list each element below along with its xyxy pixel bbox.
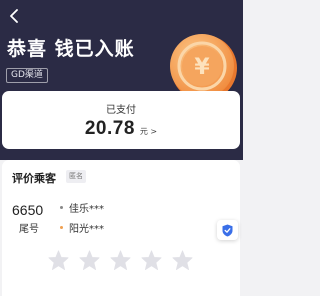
star-rating[interactable] (48, 250, 193, 270)
back-button[interactable] (6, 6, 22, 26)
shield-icon (222, 224, 233, 236)
amount-row[interactable]: 20.78 元 > (2, 118, 240, 140)
star-icon[interactable] (141, 250, 162, 270)
back-arrow-icon (10, 9, 18, 23)
passenger-name: 阳光*** (69, 224, 104, 235)
passenger-dot (60, 206, 63, 209)
star-icon[interactable] (172, 250, 193, 270)
star-icon[interactable] (48, 250, 69, 270)
payment-status-label: 已支付 (106, 105, 136, 116)
coin-symbol: ¥ (194, 55, 210, 80)
page-title: 恭喜 钱已入账 (7, 38, 135, 60)
passenger-item: 佳乐*** (60, 200, 104, 215)
rate-section-title: 评价乘客 (12, 172, 56, 185)
tail-number-label: 尾号 (19, 224, 39, 235)
passenger-name: 佳乐*** (69, 204, 104, 215)
star-icon[interactable] (110, 250, 131, 270)
anonymous-tag: 匿名 (66, 170, 86, 183)
passenger-dot (60, 226, 63, 229)
rate-passenger-card: 评价乘客 匿名 6650 尾号 佳乐*** 阳光*** (2, 160, 240, 296)
payment-amount: 20.78 (84, 118, 135, 139)
safety-shield-button[interactable] (217, 220, 238, 240)
channel-badge: GD渠道 (6, 68, 48, 83)
tail-number: 6650 (12, 202, 44, 218)
passenger-item: 阳光*** (60, 220, 104, 235)
amount-detail-link[interactable]: 元 > (140, 126, 157, 137)
payment-card: 已支付 20.78 元 > (2, 91, 240, 149)
star-icon[interactable] (79, 250, 100, 270)
